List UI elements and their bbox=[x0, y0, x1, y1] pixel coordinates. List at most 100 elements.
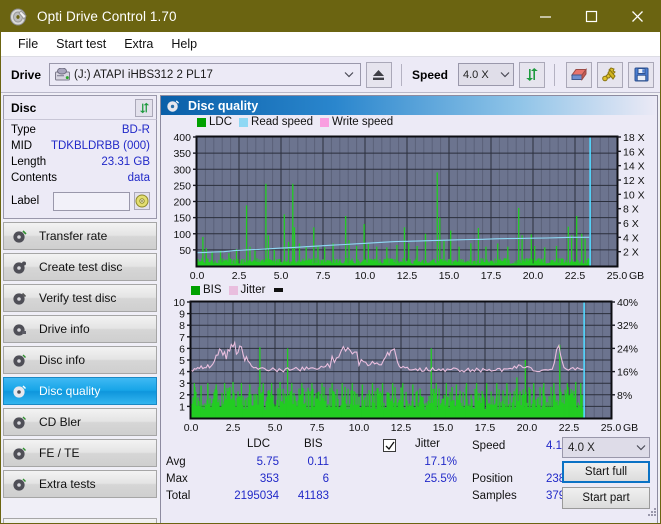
start-part-button[interactable]: Start part bbox=[562, 487, 650, 509]
erase-button[interactable] bbox=[566, 61, 592, 88]
sidebar-item-create-test-disc[interactable]: Create test disc bbox=[3, 253, 157, 281]
maximize-icon[interactable] bbox=[568, 1, 614, 32]
content-header: Disc quality bbox=[161, 96, 657, 115]
minimize-icon[interactable] bbox=[522, 1, 568, 32]
start-full-button[interactable]: Start full bbox=[562, 461, 650, 483]
speed-label: Speed bbox=[411, 67, 448, 82]
menu-item-extra[interactable]: Extra bbox=[115, 34, 162, 54]
legend-label: Write speed bbox=[332, 116, 394, 128]
sidebar-item-cd-bler[interactable]: CD Bler bbox=[3, 408, 157, 436]
svg-text:14 X: 14 X bbox=[623, 161, 645, 173]
sidebar-item-label: Create test disc bbox=[39, 260, 123, 274]
menu-item-help[interactable]: Help bbox=[162, 34, 206, 54]
disc-label-input[interactable] bbox=[53, 191, 130, 211]
main-body: Disc Type BD-R MID TDKBLDRBB (000) Lengt… bbox=[1, 93, 660, 523]
sidebar-item-disc-quality[interactable]: Disc quality bbox=[3, 377, 157, 405]
svg-text:15.0: 15.0 bbox=[439, 270, 460, 282]
disc-icon bbox=[12, 446, 27, 461]
svg-text:40%: 40% bbox=[617, 298, 638, 309]
menu-item-file[interactable]: File bbox=[9, 34, 47, 54]
ldc-read-speed-chart: LDC Read speed Write speed 50 100 150 200 25… bbox=[161, 115, 657, 283]
svg-text:150: 150 bbox=[173, 213, 191, 225]
svg-text:8 X: 8 X bbox=[623, 204, 639, 216]
sidebar-item-fe-te[interactable]: FE / TE bbox=[3, 439, 157, 467]
sidebar-item-drive-info[interactable]: Drive info bbox=[3, 315, 157, 343]
svg-text:200: 200 bbox=[173, 197, 191, 209]
window-title: Opti Drive Control 1.70 bbox=[37, 9, 177, 24]
tools-button[interactable] bbox=[597, 61, 623, 88]
legend-item-ldc: LDC bbox=[197, 116, 232, 128]
svg-text:17.5: 17.5 bbox=[481, 270, 502, 282]
disc-length-value: 23.31 GB bbox=[101, 156, 150, 168]
svg-text:10 X: 10 X bbox=[623, 189, 645, 201]
disc-mid-label: MID bbox=[11, 140, 33, 152]
legend-label: Read speed bbox=[251, 116, 314, 128]
start-full-label: Start full bbox=[584, 466, 628, 478]
disc-row-type: Type BD-R bbox=[11, 124, 150, 140]
disc-contents-label: Contents bbox=[11, 172, 58, 184]
test-speed-select[interactable]: 4.0 X bbox=[562, 437, 650, 458]
resize-grip[interactable] bbox=[647, 507, 657, 520]
svg-text:50: 50 bbox=[179, 245, 191, 257]
disc-type-label: Type bbox=[11, 124, 36, 136]
speed-select-value: 4.0 X bbox=[463, 68, 489, 81]
svg-text:GB: GB bbox=[629, 270, 644, 282]
speed-select[interactable]: 4.0 X bbox=[458, 63, 514, 86]
disc-icon bbox=[12, 384, 27, 399]
svg-text:12.5: 12.5 bbox=[391, 422, 412, 434]
stats-panel: LDC BIS Avg Max Total 5.75 353 2195034 0… bbox=[161, 435, 657, 523]
svg-text:16 X: 16 X bbox=[623, 146, 645, 158]
disc-type-value: BD-R bbox=[121, 124, 150, 136]
stats-ldc-avg: 5.75 bbox=[256, 456, 279, 468]
disc-quality-icon bbox=[166, 99, 180, 113]
legend-label: Jitter bbox=[240, 284, 266, 296]
toolbar-divider-2 bbox=[554, 63, 555, 86]
chart2-legend: BIS Jitter bbox=[191, 284, 284, 296]
svg-text:5.0: 5.0 bbox=[274, 270, 289, 282]
svg-text:18 X: 18 X bbox=[623, 133, 645, 144]
disc-icon bbox=[12, 353, 27, 368]
svg-text:2.5: 2.5 bbox=[232, 270, 247, 282]
svg-text:10.0: 10.0 bbox=[355, 270, 376, 282]
eject-button[interactable] bbox=[365, 61, 392, 88]
stats-bis-max: 6 bbox=[322, 473, 329, 485]
status-window-button[interactable]: Status window > > bbox=[3, 518, 157, 523]
sidebar-item-verify-test-disc[interactable]: Verify test disc bbox=[3, 284, 157, 312]
disc-label-row: Label bbox=[11, 190, 150, 212]
stats-row-header-avg: Avg bbox=[166, 456, 186, 468]
stats-bis-avg: 0.11 bbox=[307, 456, 329, 468]
refresh-button[interactable] bbox=[519, 61, 545, 88]
content-panel: Disc quality LDC Read speed Write speed bbox=[160, 95, 658, 523]
disc-length-label: Length bbox=[11, 156, 47, 168]
legend-swatch-write-speed bbox=[320, 117, 330, 127]
chart2-plot: 12345678910 8% 16% 24% 32% 40% 0.0 2.5 5.0 7.5 10.… bbox=[173, 298, 638, 434]
jitter-checkbox[interactable] bbox=[383, 439, 396, 452]
drive-select-value: (J:) ATAPI iHBS312 2 PL17 bbox=[74, 68, 213, 81]
svg-text:400: 400 bbox=[173, 133, 191, 144]
stats-row-header-total: Total bbox=[166, 490, 191, 502]
disc-icon bbox=[12, 477, 27, 492]
sidebar-item-transfer-rate[interactable]: Transfer rate bbox=[3, 222, 157, 250]
disc-icon bbox=[12, 322, 27, 337]
samples-stat-label: Samples bbox=[472, 490, 517, 502]
drive-select[interactable]: (J:) ATAPI iHBS312 2 PL17 bbox=[49, 63, 361, 86]
disc-label-icon[interactable] bbox=[134, 192, 150, 210]
sidebar-item-disc-info[interactable]: Disc info bbox=[3, 346, 157, 374]
content-title: Disc quality bbox=[188, 98, 259, 113]
stats-jitter-avg: 17.1% bbox=[424, 456, 457, 468]
save-button[interactable] bbox=[628, 61, 654, 88]
sidebar-item-label: Verify test disc bbox=[39, 291, 117, 305]
sidebar-item-extra-tests[interactable]: Extra tests bbox=[3, 470, 157, 498]
svg-text:22.5: 22.5 bbox=[559, 422, 580, 434]
svg-text:15.0: 15.0 bbox=[433, 422, 454, 434]
close-icon[interactable] bbox=[614, 1, 660, 32]
menu-item-start-test[interactable]: Start test bbox=[47, 34, 115, 54]
svg-text:350: 350 bbox=[173, 148, 191, 160]
disc-info-panel: Type BD-R MID TDKBLDRBB (000) Length 23.… bbox=[3, 119, 157, 219]
stats-ldc-max: 353 bbox=[259, 473, 279, 485]
svg-text:25.0: 25.0 bbox=[607, 270, 628, 282]
refresh-icon[interactable] bbox=[135, 98, 153, 117]
svg-text:25.0: 25.0 bbox=[601, 422, 622, 434]
start-part-label: Start part bbox=[582, 492, 630, 504]
